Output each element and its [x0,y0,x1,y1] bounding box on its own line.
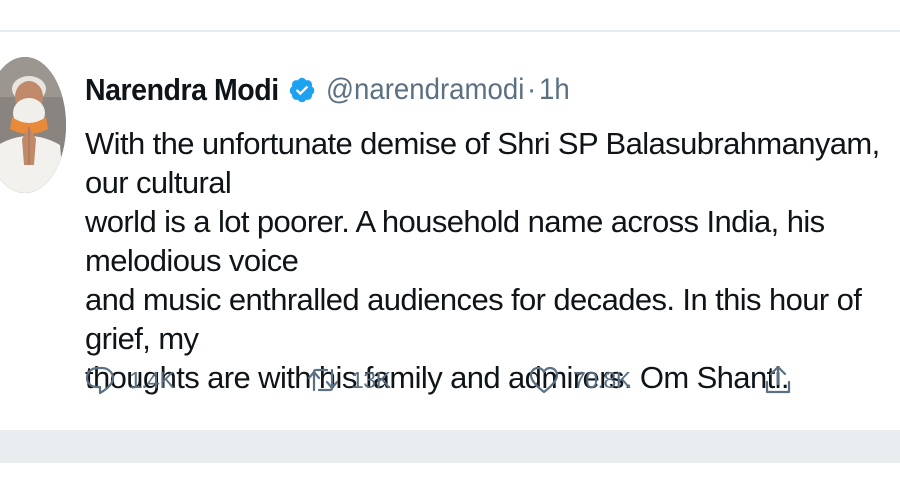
retweet-arrows-icon [307,364,339,396]
reply-count: 1.4K [129,366,175,393]
share-button[interactable] [763,360,793,400]
bottom-divider-band [0,430,900,463]
meta-separator: · [527,73,537,106]
author-handle[interactable]: @narendramodi [326,73,524,107]
heart-icon [529,364,559,396]
retweet-button[interactable]: 13K [307,360,391,400]
tweet-header: Narendra Modi @narendramodi · 1h [85,70,572,110]
speech-bubble-icon [85,364,115,396]
retweet-count: 13K [351,366,391,393]
tweet-actions: 1.4K 13K 70.8K [85,360,805,400]
reply-button[interactable]: 1.4K [85,360,175,400]
avatar[interactable] [0,57,66,193]
tweet-page: Narendra Modi @narendramodi · 1h With th… [0,0,900,500]
tweet-text: With the unfortunate demise of Shri SP B… [85,126,880,395]
tweet-card[interactable]: Narendra Modi @narendramodi · 1h With th… [0,32,900,430]
tweet-timestamp[interactable]: 1h [539,73,570,107]
verified-badge-icon [288,76,316,104]
like-count: 70.8K [573,366,631,393]
author-display-name[interactable]: Narendra Modi [85,72,279,108]
like-button[interactable]: 70.8K [529,360,631,400]
share-upload-icon [763,364,793,396]
